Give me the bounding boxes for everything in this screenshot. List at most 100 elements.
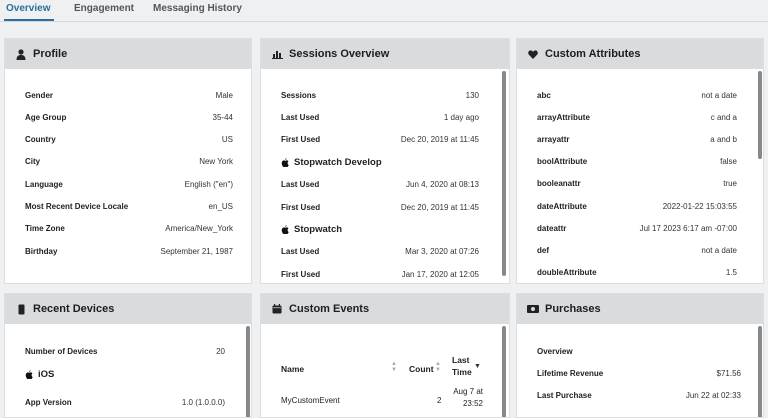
app-version-label: App Version — [25, 397, 72, 407]
sort-icon[interactable]: ▲ ▼ — [435, 358, 441, 376]
tab-overview[interactable]: Overview — [6, 3, 50, 14]
event-count: 2 — [437, 396, 442, 405]
row-value: en_US — [208, 202, 233, 211]
kv-row: Gender Male — [5, 88, 251, 102]
app-version-value: 1.0 (1.0.0.0) — [181, 397, 225, 407]
sessions-overview-card: Sessions Overview Sessions 130 Last Used 1… — [260, 38, 510, 284]
row-value: 130 — [465, 90, 479, 100]
events-scrollbar[interactable] — [502, 326, 506, 417]
recent-devices-card: Recent Devices Number of Devices 20 iOS … — [4, 293, 252, 418]
device-os-name: iOS — [38, 369, 55, 380]
row-key: boolAttribute — [537, 157, 588, 167]
kv-row: arrayAttribute c and a — [517, 110, 763, 124]
phone-icon — [15, 303, 27, 315]
row-key: First Used — [281, 134, 321, 144]
purchases-scrollbar[interactable] — [758, 326, 762, 417]
profile-title: Profile — [33, 48, 68, 60]
kv-row: abc not a date — [517, 88, 763, 102]
row-key: First Used — [281, 202, 321, 212]
row-value: 1.5 — [725, 268, 737, 278]
sessions-scrollbar[interactable] — [502, 71, 506, 276]
row-value: English ("en") — [184, 179, 233, 189]
kv-row: dateattr Jul 17 2023 6:17 am -07:00 — [517, 221, 763, 235]
row-key: Birthday — [25, 246, 58, 256]
purchase-row: Lifetime Revenue $71.56 — [517, 366, 763, 380]
sessions-body: Sessions 130 Last Used 1 day ago First Use… — [261, 69, 509, 283]
custom-events-body: Name ▲ ▼ Count ▲ ▼ Last Time ▼ MyCustomEve… — [261, 324, 509, 417]
kv-row: City New York — [5, 155, 251, 169]
row-key: abc — [537, 90, 551, 100]
row-key: Last Used — [281, 112, 320, 122]
kv-row: arrayattr a and b — [517, 132, 763, 146]
sort-icon[interactable]: ▲ ▼ — [391, 358, 397, 376]
row-key: Country — [25, 135, 56, 145]
app-name: Stopwatch Develop — [294, 157, 382, 168]
sessions-title: Sessions Overview — [289, 48, 390, 60]
row-value: Male — [215, 90, 233, 100]
kv-row: dateAttribute 2022-01-22 15:03:55 — [517, 199, 763, 213]
row-key: booleanattr — [537, 179, 581, 189]
kv-row: Time Zone America/New_York — [5, 222, 251, 236]
row-value: true — [723, 179, 737, 189]
sessions-card-header: Sessions Overview — [261, 39, 509, 69]
custom-events-header: Custom Events — [261, 294, 509, 324]
kv-row: Age Group 35-44 — [5, 110, 251, 124]
row-key: def — [537, 245, 549, 255]
app-version-row: App Version 1.0 (1.0.0.0) — [5, 395, 251, 409]
apple-icon — [25, 370, 33, 379]
row-value: Dec 20, 2019 at 11:45 — [400, 202, 479, 212]
row-value: 1 day ago — [443, 112, 479, 122]
row-value: Mar 3, 2020 at 07:26 — [405, 246, 479, 256]
kv-row: Language English ("en") — [5, 177, 251, 191]
custom-attributes-header: Custom Attributes — [517, 39, 763, 69]
purchases-section-title: Overview — [537, 347, 573, 356]
row-value: September 21, 1987 — [160, 246, 234, 256]
row-key: arrayattr — [537, 134, 570, 144]
heart-icon — [527, 48, 539, 60]
recent-devices-title: Recent Devices — [33, 303, 115, 315]
kv-row: Birthday September 21, 1987 — [5, 244, 251, 258]
kv-row: doubleAttribute 1.5 — [517, 266, 763, 280]
row-key: Last Used — [281, 246, 320, 256]
row-key: Last Used — [281, 179, 320, 189]
sessions-row: Last Used 1 day ago — [261, 110, 509, 124]
col-header-name[interactable]: Name — [281, 364, 304, 374]
devices-scrollbar[interactable] — [246, 326, 250, 417]
row-key: Age Group — [25, 112, 67, 122]
row-key: dateAttribute — [537, 201, 587, 211]
row-value: false — [720, 157, 737, 167]
profile-card: Profile Gender Male Age Group 35-44 Country U… — [4, 38, 252, 284]
profile-card-header: Profile — [5, 39, 251, 69]
row-value: Dec 20, 2019 at 11:45 — [400, 134, 479, 144]
app-name: Stopwatch — [294, 224, 343, 235]
row-value: Jan 17, 2020 at 12:05 — [401, 269, 479, 279]
custom-events-card: Custom Events Name ▲ ▼ Count ▲ ▼ Last Time… — [260, 293, 510, 418]
purchases-header: Purchases — [517, 294, 763, 324]
row-key: Sessions — [281, 90, 317, 100]
row-key: doubleAttribute — [537, 268, 597, 278]
sessions-row: First Used Dec 20, 2019 at 11:45 — [261, 132, 509, 146]
custom-attributes-body: abc not a date arrayAttribute c and a arraya… — [517, 69, 763, 283]
sessions-row: Last Used Mar 3, 2020 at 07:26 — [261, 244, 509, 258]
tab-bar: Overview Engagement Messaging History — [0, 0, 768, 22]
row-value: New York — [199, 157, 233, 167]
kv-row: Country US — [5, 133, 251, 147]
row-value: 2022-01-22 15:03:55 — [662, 201, 737, 211]
row-value: US — [221, 135, 233, 145]
row-value: Jun 22 at 02:33 — [685, 390, 741, 400]
sessions-row: First Used Jan 17, 2020 at 12:05 — [261, 267, 509, 281]
row-key: Most Recent Device Locale — [25, 202, 129, 211]
row-key: Lifetime Revenue — [537, 368, 604, 378]
row-key: arrayAttribute — [537, 112, 590, 122]
purchases-body: Overview Lifetime Revenue $71.56 Last Pu… — [517, 324, 763, 417]
apple-icon — [281, 158, 289, 167]
sort-desc-icon[interactable]: ▼ — [474, 363, 481, 370]
money-icon — [527, 303, 539, 315]
tab-messaging-history[interactable]: Messaging History — [153, 3, 242, 14]
col-header-last-time[interactable]: Last Time — [452, 354, 472, 378]
col-header-count[interactable]: Count — [409, 364, 434, 374]
app-subheader: Stopwatch Develop — [281, 157, 382, 168]
tab-engagement[interactable]: Engagement — [74, 3, 134, 14]
user-icon — [15, 48, 27, 60]
bar-chart-icon — [271, 48, 283, 60]
